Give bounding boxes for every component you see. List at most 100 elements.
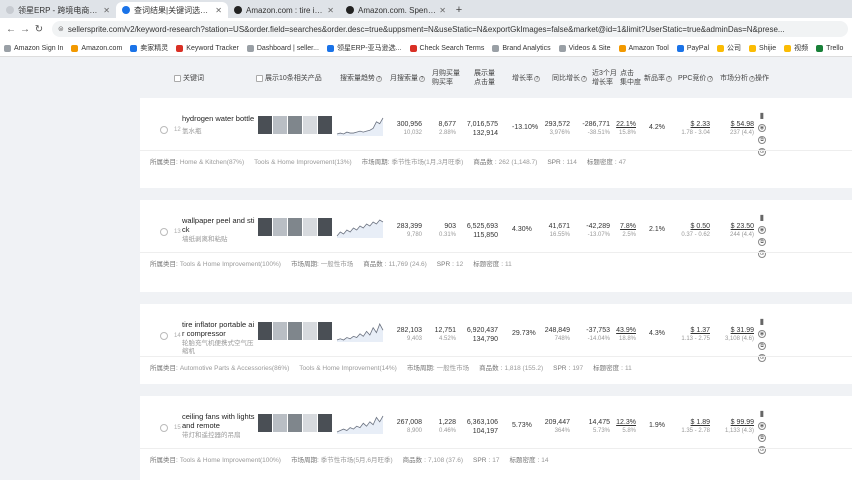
category-tag[interactable]: Tools & Home Improvement(13%) — [254, 159, 352, 166]
product-thumbnail[interactable] — [273, 218, 287, 236]
help-icon[interactable]: ? — [581, 76, 587, 82]
header-display-clicks[interactable]: 展示量 点击量 — [474, 69, 495, 87]
help-icon[interactable]: ? — [534, 76, 540, 82]
product-thumbnail[interactable] — [288, 322, 302, 340]
row-checkbox[interactable] — [160, 126, 168, 134]
reload-icon[interactable]: ↻ — [32, 24, 46, 35]
bookmark-item[interactable]: Dashboard | seller... — [246, 44, 319, 52]
bookmark-item[interactable]: Brand Analytics — [492, 44, 551, 52]
bookmark-item[interactable]: Check Search Terms — [409, 44, 484, 52]
keyword-link[interactable]: tire inflator portable air compressor — [182, 320, 256, 338]
category-tag[interactable]: Home & Kitchen(87%) — [180, 159, 244, 166]
category-tag[interactable]: Tools & Home Improvement(14%) — [299, 365, 397, 372]
new-tab-button[interactable]: + — [452, 2, 466, 18]
eye-icon[interactable]: ◉ — [758, 124, 766, 132]
keyword-link[interactable]: ceiling fans with lights and remote — [182, 412, 256, 430]
bookmark-item[interactable]: 卖家精灵 — [130, 43, 168, 53]
close-icon[interactable]: ✕ — [439, 6, 446, 15]
bookmark-item[interactable]: Shijie — [749, 44, 776, 52]
browser-tab-active[interactable]: 查词结果|关键词选品|卖家精灵 ✕ — [116, 2, 228, 18]
product-thumbnail[interactable] — [318, 116, 332, 134]
bookmark-item[interactable]: PayPal — [676, 44, 709, 52]
help-icon[interactable]: ? — [707, 76, 714, 82]
header-new-ratio[interactable]: 新品率? — [644, 74, 672, 83]
product-thumbnail[interactable] — [303, 116, 317, 134]
site-info-icon[interactable]: ⊜ — [58, 25, 64, 33]
search-trend-sparkline[interactable] — [336, 218, 384, 238]
bookmark-item[interactable]: 视频 — [784, 43, 808, 53]
copy-icon[interactable]: ⧉ — [758, 238, 766, 246]
help-icon[interactable]: ? — [376, 76, 382, 82]
header-yoy-growth[interactable]: 同比增长? — [552, 74, 587, 83]
bar-chart-icon[interactable]: ▮ — [758, 214, 766, 222]
search-trend-sparkline[interactable] — [336, 414, 384, 434]
copy-icon[interactable]: ⧉ — [758, 136, 766, 144]
bar-chart-icon[interactable]: ▮ — [758, 318, 766, 326]
copy-icon[interactable]: ⧉ — [758, 342, 766, 350]
product-thumbnail[interactable] — [288, 116, 302, 134]
keyword-link[interactable]: wallpaper peel and stick — [182, 216, 256, 234]
browser-tab[interactable]: Amazon.com : tire inflator po ✕ — [228, 2, 340, 18]
header-keyword[interactable]: 关键词 — [174, 74, 204, 83]
header-growth-rate[interactable]: 增长率? — [512, 74, 540, 83]
close-icon[interactable]: ✕ — [327, 6, 334, 15]
bookmark-item[interactable]: Amazon Sign In — [4, 44, 63, 52]
bookmark-item[interactable]: 公司 — [717, 43, 741, 53]
category-tag[interactable]: Tools & Home Improvement(100%) — [180, 457, 281, 464]
product-thumbnail[interactable] — [273, 414, 287, 432]
bar-chart-icon[interactable]: ▮ — [758, 112, 766, 120]
product-thumbnail[interactable] — [318, 414, 332, 432]
browser-tab[interactable]: Amazon.com. Spend less. Sm ✕ — [340, 2, 452, 18]
header-click-concentration[interactable]: 点击 集中度 — [620, 69, 641, 87]
close-icon[interactable]: ✕ — [215, 6, 222, 15]
select-all-checkbox[interactable] — [174, 74, 181, 82]
row-checkbox[interactable] — [160, 424, 168, 432]
bookmark-item[interactable]: Amazon Tool — [618, 44, 669, 52]
browser-tab[interactable]: 领星ERP - 跨境电商管理系统 ✕ — [0, 2, 116, 18]
eye-icon[interactable]: ◉ — [758, 226, 766, 234]
row-checkbox[interactable] — [160, 332, 168, 340]
bookmark-item[interactable]: 领星ERP-亚马逊选... — [326, 43, 402, 53]
header-monthly-search[interactable]: 月搜索量? — [390, 74, 425, 83]
product-thumbnail[interactable] — [318, 322, 332, 340]
bookmark-item[interactable]: Amazon.com — [71, 44, 122, 52]
product-thumbnail[interactable] — [258, 218, 272, 236]
close-icon[interactable]: ✕ — [103, 6, 110, 15]
product-thumbnail[interactable] — [288, 218, 302, 236]
category-tag[interactable]: Tools & Home Improvement(100%) — [180, 261, 281, 268]
search-trend-sparkline[interactable] — [336, 116, 384, 136]
keyword-link[interactable]: hydrogen water bottle — [182, 114, 256, 123]
address-bar[interactable]: ⊜ sellersprite.com/v2/keyword-research?s… — [52, 21, 848, 37]
product-thumbnail[interactable] — [258, 414, 272, 432]
header-market-analysis[interactable]: 市场分析? — [720, 74, 755, 83]
product-thumbnail[interactable] — [288, 414, 302, 432]
product-thumbnail[interactable] — [303, 322, 317, 340]
product-thumbnail[interactable] — [303, 414, 317, 432]
back-icon[interactable]: ← — [4, 24, 18, 35]
search-trend-sparkline[interactable] — [336, 322, 384, 342]
forward-icon[interactable]: → — [18, 24, 32, 35]
header-show-products[interactable]: 展示10条相关产品 — [256, 74, 322, 83]
bar-chart-icon[interactable]: ▮ — [758, 410, 766, 418]
row-checkbox[interactable] — [160, 228, 168, 236]
help-icon[interactable]: ? — [666, 76, 672, 82]
product-thumbnail[interactable] — [273, 322, 287, 340]
header-ppc[interactable]: PPC竞价? — [678, 74, 714, 83]
bookmark-item[interactable]: Trello — [816, 44, 843, 52]
header-three-month[interactable]: 近3个月 增长率 — [592, 69, 617, 87]
eye-icon[interactable]: ◉ — [758, 330, 766, 338]
help-icon[interactable]: ? — [419, 76, 425, 82]
product-thumbnail[interactable] — [273, 116, 287, 134]
bookmark-item[interactable]: Keyword Tracker — [176, 44, 239, 52]
header-search-trend[interactable]: 搜索量趋势? — [340, 74, 382, 83]
product-thumbnail[interactable] — [303, 218, 317, 236]
product-thumbnail[interactable] — [258, 322, 272, 340]
show-products-checkbox[interactable] — [256, 74, 263, 82]
bookmark-item[interactable]: Videos & Site — [558, 44, 611, 52]
header-monthly-purchase[interactable]: 月购买量 购买率 — [432, 69, 460, 87]
product-thumbnail[interactable] — [318, 218, 332, 236]
product-thumbnail[interactable] — [258, 116, 272, 134]
eye-icon[interactable]: ◉ — [758, 422, 766, 430]
copy-icon[interactable]: ⧉ — [758, 434, 766, 442]
category-tag[interactable]: Automotive Parts & Accessories(86%) — [180, 365, 289, 372]
